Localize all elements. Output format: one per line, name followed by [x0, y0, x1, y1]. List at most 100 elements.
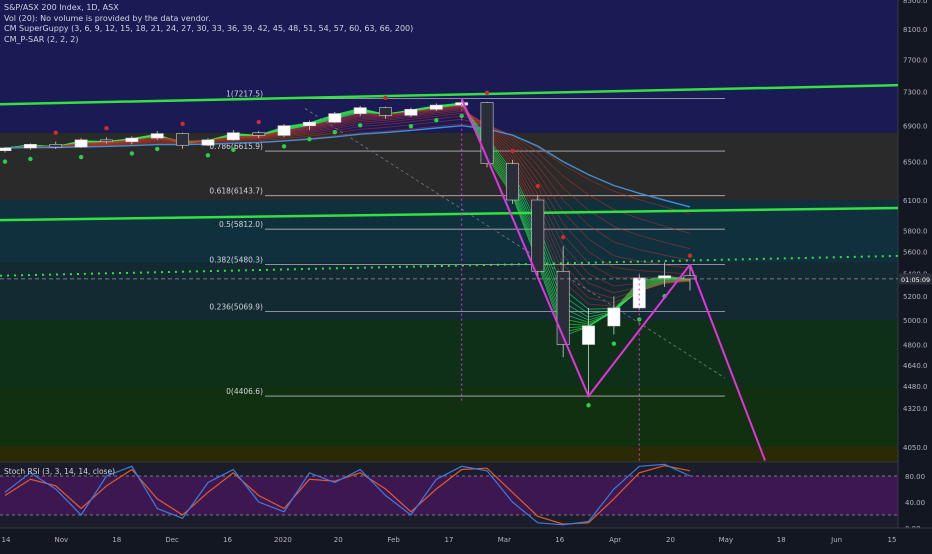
stoch-tick-label: 80.00 [905, 473, 925, 481]
price-zone [0, 319, 898, 387]
psar-dot [307, 137, 312, 142]
psar-dot [408, 123, 414, 129]
price-tick-label: 5800.0 [903, 227, 928, 235]
price-tick-label: 4320.0 [903, 405, 928, 413]
candle-body [658, 275, 672, 279]
price-tick-label: 8500.0 [903, 0, 928, 5]
psar-dot [129, 151, 135, 156]
psar-dot [53, 130, 58, 135]
stoch-legend: Stoch RSI (3, 3, 14, 14, close) [4, 467, 115, 476]
price-tick-label: 6500.0 [903, 159, 928, 167]
time-tick-label: 14 [2, 536, 11, 544]
chart-root[interactable]: 1(7217.5) 0.786(6615.9) 0.618(6143.7) 0.5(5… [0, 0, 932, 550]
candle-body [150, 133, 164, 139]
candle-body [556, 270, 570, 345]
price-tick-label: 5000.0 [903, 317, 928, 325]
time-tick-label: May [719, 536, 733, 544]
price-zone [0, 386, 898, 447]
candle-body [480, 102, 494, 164]
price-tick-label: 4480.0 [903, 383, 928, 391]
psar-dot [510, 148, 515, 154]
time-tick-label: 20 [666, 536, 675, 544]
time-tick-label: 15 [888, 536, 897, 544]
time-tick-label: Mar [498, 536, 511, 544]
fib-level-label: 1(7217.5) [226, 90, 263, 99]
candle-body [125, 137, 139, 142]
time-tick-label: 16 [555, 536, 564, 544]
price-chart[interactable]: 1(7217.5)0.786(6615.9)0.618(6143.7)0.5(5… [0, 0, 932, 550]
psar-dot [104, 126, 109, 131]
psar-dot [180, 121, 185, 126]
candle-body [0, 147, 12, 151]
price-tick-label: 6900.0 [903, 123, 928, 131]
candle-body [100, 139, 113, 142]
psar-dot [484, 90, 490, 95]
fib-level-label: 0.382(5480.3) [209, 256, 263, 265]
psar-dot [434, 117, 439, 123]
candle [328, 111, 342, 124]
stoch-tick-label: 40.00 [905, 499, 925, 507]
psar-dot [256, 119, 261, 125]
candle-body [607, 307, 621, 327]
psar-dot [560, 235, 566, 240]
candle-body [176, 133, 190, 146]
candle-body [531, 199, 545, 272]
psar-dot [205, 153, 211, 158]
psar-dot [78, 154, 84, 160]
legend-psar: CM_P-SAR (2, 2, 2) [4, 34, 79, 44]
price-tick-label: 7300.0 [903, 89, 928, 97]
time-tick-label: Dec [165, 536, 179, 544]
candle-body [404, 109, 418, 116]
time-tick-label: Nov [55, 536, 69, 544]
legend: S&P/ASX 200 Index, 1D, ASX Vol (20): No … [4, 3, 413, 45]
price-tick-label: 4800.0 [903, 342, 928, 350]
legend-guppy: CM SuperGuppy (3, 6, 9, 12, 15, 18, 21, … [4, 24, 414, 33]
price-tick-label: 6100.0 [903, 197, 928, 205]
psar-dot [332, 130, 338, 135]
candle-body [429, 104, 443, 110]
psar-dot [687, 253, 693, 258]
psar-dot [155, 146, 160, 152]
psar-dot [231, 147, 236, 153]
candle [277, 123, 291, 138]
price-tick-label: 5600.0 [903, 249, 928, 257]
candle-body [201, 139, 215, 146]
candle-body [303, 121, 316, 127]
candle-body [582, 325, 595, 345]
current-price-tag-text: 01:05:09 [901, 276, 930, 284]
price-tick-label: 7700.0 [903, 57, 928, 65]
price-tick-label: 8100.0 [903, 26, 928, 34]
price-tick-label: 5200.0 [903, 293, 928, 301]
time-tick-label: 18 [777, 536, 786, 544]
time-tick-label: Apr [609, 536, 621, 544]
time-tick-label: Feb [387, 536, 400, 544]
candle-body [379, 107, 392, 116]
price-tick-label: 4640.0 [903, 362, 928, 370]
candle-body [23, 144, 37, 149]
candle-body [49, 144, 63, 148]
fib-level-label: 0(4406.6) [226, 387, 263, 396]
psar-dot [611, 341, 617, 346]
price-tick-label: 4050.0 [903, 444, 928, 452]
psar-dot [281, 144, 287, 149]
time-tick-label: 17 [445, 536, 454, 544]
psar-dot [357, 123, 363, 128]
candle-body [277, 125, 291, 136]
psar-dot [535, 183, 540, 189]
legend-title: S&P/ASX 200 Index, 1D, ASX [4, 3, 119, 12]
time-tick-label: 2020 [274, 536, 292, 544]
psar-dot [2, 159, 8, 164]
candle-body [252, 132, 266, 136]
psar-dot [383, 95, 388, 101]
psar-dot [586, 403, 591, 408]
psar-dot [28, 156, 33, 162]
legend-vol: Vol (20): No volume is provided by the d… [4, 13, 211, 23]
fib-level-label: 0.618(6143.7) [209, 187, 263, 196]
time-tick-label: Jun [830, 536, 842, 544]
time-tick-label: 20 [334, 536, 343, 544]
stoch-band [0, 476, 898, 515]
time-tick-label: 18 [112, 536, 121, 544]
fib-level-label: 0.236(5069.9) [209, 303, 263, 312]
candle [505, 159, 519, 204]
time-axis-bg [0, 528, 932, 550]
